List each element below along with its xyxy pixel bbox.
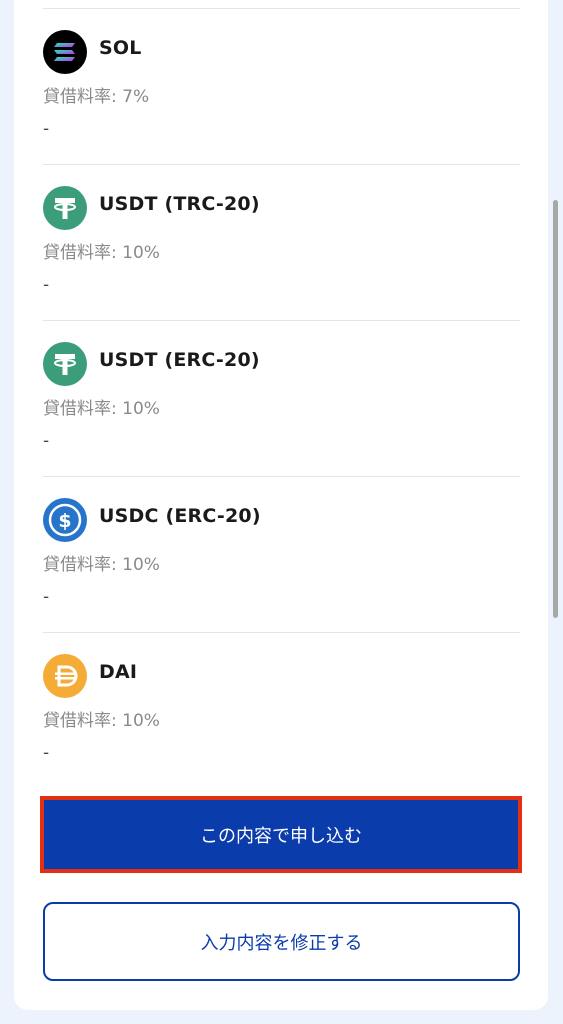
edit-button[interactable]: 入力内容を修正する: [43, 902, 520, 981]
coin-name: USDT (ERC-20): [99, 349, 260, 371]
scrollbar[interactable]: [553, 200, 558, 618]
coin-rate: 貸借料率: 7%: [43, 87, 150, 107]
coin-value: -: [43, 275, 50, 295]
coin-rate: 貸借料率: 10%: [43, 243, 160, 263]
coin-value: -: [43, 119, 50, 139]
solana-icon: [43, 30, 87, 74]
coin-name: USDT (TRC-20): [99, 193, 260, 215]
dai-icon: [43, 654, 87, 698]
submit-button[interactable]: この内容で申し込む: [44, 800, 518, 869]
coin-name: SOL: [99, 37, 142, 59]
coin-rate: 貸借料率: 10%: [43, 711, 160, 731]
coin-item-usdt-trc20: USDT (TRC-20) 貸借料率: 10% -: [43, 165, 520, 321]
coin-value: -: [43, 431, 50, 451]
tether-icon: [43, 186, 87, 230]
coin-item-usdt-erc20: USDT (ERC-20) 貸借料率: 10% -: [43, 321, 520, 477]
coin-name: USDC (ERC-20): [99, 505, 261, 527]
coin-item-dai: DAI 貸借料率: 10% -: [43, 633, 520, 789]
tether-icon: [43, 342, 87, 386]
coin-rate: 貸借料率: 10%: [43, 399, 160, 419]
coin-item-usdc-erc20: $ USDC (ERC-20) 貸借料率: 10% -: [43, 477, 520, 633]
coin-item-sol: SOL 貸借料率: 7% -: [43, 9, 520, 165]
coin-rate: 貸借料率: 10%: [43, 555, 160, 575]
coin-value: -: [43, 587, 50, 607]
coin-value: -: [43, 743, 50, 763]
submit-highlight: この内容で申し込む: [40, 796, 522, 873]
svg-text:$: $: [58, 510, 71, 532]
usdc-icon: $: [43, 498, 87, 542]
coin-name: DAI: [99, 661, 138, 683]
